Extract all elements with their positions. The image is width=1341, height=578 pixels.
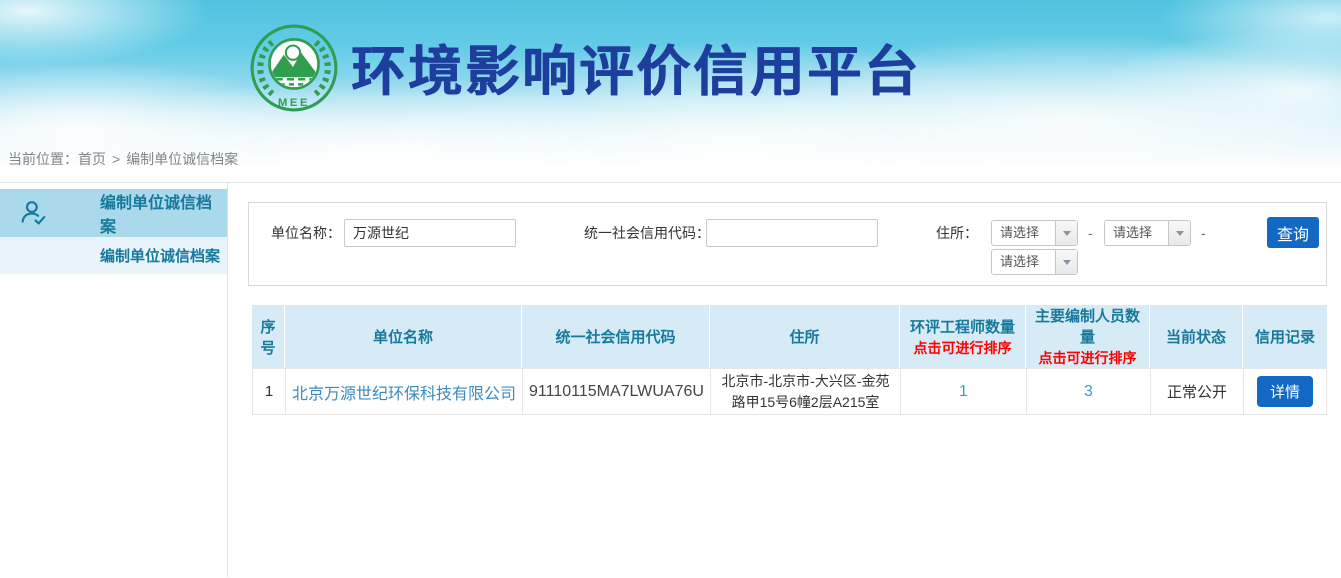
breadcrumb: 当前位置：首页 > 编制单位诚信档案	[8, 149, 238, 169]
cell-company: 北京万源世纪环保科技有限公司	[285, 368, 522, 415]
cell-engineer-count: 1	[900, 368, 1026, 415]
company-name-input[interactable]	[344, 219, 516, 247]
breadcrumb-separator: >	[112, 151, 120, 167]
sidebar-item-label: 编制单位诚信档案	[100, 189, 227, 237]
query-button[interactable]: 查询	[1267, 217, 1319, 248]
cell-address: 北京市-北京市-大兴区-金苑路甲15号6幢2层A215室	[710, 368, 900, 415]
breadcrumb-current: 编制单位诚信档案	[126, 151, 238, 167]
credit-code-label: 统一社会信用代码：	[584, 219, 710, 247]
header-engineer-count-label: 环评工程师数量	[902, 316, 1023, 337]
chevron-down-icon[interactable]	[1055, 221, 1077, 245]
body: 编制单位诚信档案 编制单位诚信档案 单位名称： 统一社会信用代码： 住所： 请选…	[0, 183, 1341, 577]
mee-logo-icon: MEE	[248, 22, 340, 114]
breadcrumb-home-link[interactable]: 首页	[78, 151, 106, 167]
address-label: 住所：	[936, 219, 978, 247]
search-panel: 单位名称： 统一社会信用代码： 住所： 请选择 - 请选择 - 请选择	[248, 202, 1327, 286]
sort-hint: 点击可进行排序	[1028, 348, 1147, 368]
cell-index: 1	[252, 368, 285, 415]
header-current-status: 当前状态	[1150, 305, 1243, 368]
sidebar: 编制单位诚信档案 编制单位诚信档案	[0, 183, 228, 577]
cell-status: 正常公开	[1150, 368, 1243, 415]
header-company-name: 单位名称	[285, 305, 522, 368]
page: MEE 环境影响评价信用平台 当前位置：首页 > 编制单位诚信档案 编制单位诚信档案	[0, 0, 1341, 578]
dash-separator: -	[1088, 219, 1093, 247]
detail-button[interactable]: 详情	[1257, 376, 1313, 407]
header-address: 住所	[710, 305, 900, 368]
results-table: 序号 单位名称 统一社会信用代码 住所 环评工程师数量 点击可进行排序 主要编制…	[252, 305, 1327, 415]
header-credit-record: 信用记录	[1243, 305, 1327, 368]
site-header: MEE 环境影响评价信用平台 当前位置：首页 > 编制单位诚信档案	[0, 0, 1341, 183]
address-district-value: 请选择	[992, 250, 1055, 274]
address-district-select[interactable]: 请选择	[991, 249, 1078, 275]
header-staff-count-label: 主要编制人员数量	[1028, 305, 1147, 347]
header-staff-count-sort[interactable]: 主要编制人员数量 点击可进行排序	[1026, 305, 1150, 368]
chevron-down-icon[interactable]	[1055, 250, 1077, 274]
table-row: 1 北京万源世纪环保科技有限公司 91110115MA7LWUA76U 北京市-…	[252, 368, 1327, 415]
table-header-row: 序号 单位名称 统一社会信用代码 住所 环评工程师数量 点击可进行排序 主要编制…	[252, 305, 1327, 368]
header-engineer-count-sort[interactable]: 环评工程师数量 点击可进行排序	[900, 305, 1026, 368]
sidebar-subitem-label: 编制单位诚信档案	[100, 245, 220, 266]
address-city-value: 请选择	[1105, 221, 1168, 245]
site-title: 环境影响评价信用平台	[351, 40, 921, 104]
company-name-label: 单位名称：	[271, 219, 341, 247]
cell-credit-record: 详情	[1243, 368, 1327, 415]
address-province-value: 请选择	[992, 221, 1055, 245]
logo-mee-text: MEE	[278, 97, 310, 109]
staff-count-link[interactable]: 3	[1084, 383, 1093, 400]
main-content: 单位名称： 统一社会信用代码： 住所： 请选择 - 请选择 - 请选择	[228, 183, 1341, 577]
dash-separator: -	[1201, 219, 1206, 247]
breadcrumb-prefix: 当前位置：	[8, 151, 78, 167]
credit-code-input[interactable]	[706, 219, 878, 247]
cell-credit-code: 91110115MA7LWUA76U	[522, 368, 710, 415]
header-index: 序号	[252, 305, 285, 368]
sort-hint: 点击可进行排序	[902, 338, 1023, 358]
header-credit-code: 统一社会信用代码	[522, 305, 710, 368]
person-check-icon	[20, 199, 48, 227]
address-province-select[interactable]: 请选择	[991, 220, 1078, 246]
engineer-count-link[interactable]: 1	[959, 383, 968, 400]
company-link[interactable]: 北京万源世纪环保科技有限公司	[292, 386, 516, 403]
cell-staff-count: 3	[1026, 368, 1150, 415]
sidebar-subitem-unit-credit-archive[interactable]: 编制单位诚信档案	[0, 237, 227, 274]
sidebar-item-unit-credit-archive[interactable]: 编制单位诚信档案	[0, 189, 227, 237]
address-city-select[interactable]: 请选择	[1104, 220, 1191, 246]
chevron-down-icon[interactable]	[1168, 221, 1190, 245]
